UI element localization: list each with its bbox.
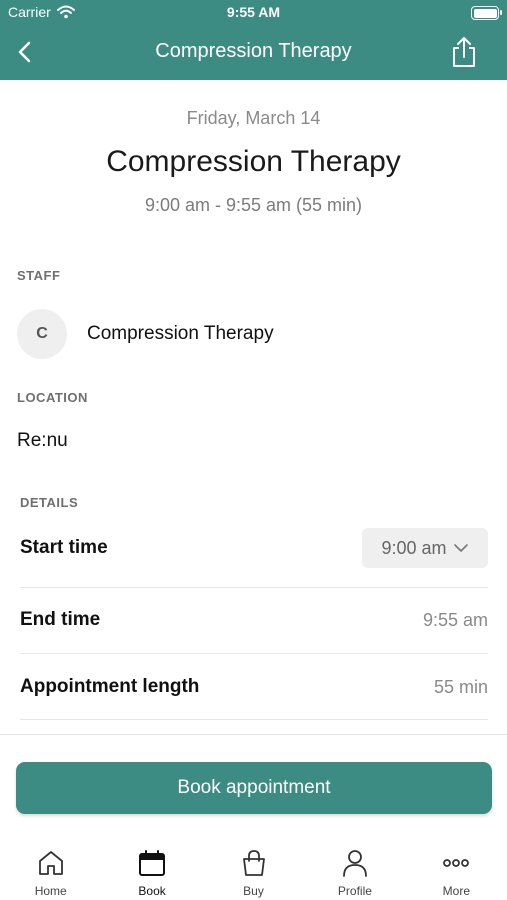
location-value: Re:nu bbox=[17, 430, 68, 451]
staff-section-label: STAFF bbox=[17, 268, 61, 283]
chevron-down-icon bbox=[453, 544, 468, 552]
tab-book[interactable]: Book bbox=[101, 840, 202, 900]
person-icon bbox=[343, 850, 367, 877]
tab-bar: Home Book Buy Profile More bbox=[0, 840, 507, 900]
divider bbox=[20, 587, 488, 588]
appointment-length-label: Appointment length bbox=[20, 676, 200, 697]
book-appointment-button[interactable]: Book appointment bbox=[16, 762, 492, 814]
tab-book-label: Book bbox=[138, 884, 166, 898]
service-title: Compression Therapy bbox=[106, 145, 401, 178]
shopping-bag-icon bbox=[242, 850, 265, 876]
battery-icon bbox=[471, 6, 502, 20]
tab-buy[interactable]: Buy bbox=[203, 840, 304, 900]
appointment-length-value: 55 min bbox=[433, 676, 488, 697]
back-chevron-icon[interactable] bbox=[12, 38, 40, 66]
tab-more[interactable]: More bbox=[406, 840, 507, 900]
start-time-row: Start time 9:00 am bbox=[20, 528, 488, 568]
divider bbox=[20, 653, 488, 654]
top-bar: Carrier 9:55 AM Compression Therapy bbox=[0, 0, 507, 80]
status-bar: Carrier 9:55 AM bbox=[0, 0, 507, 26]
location-section-label: LOCATION bbox=[17, 390, 88, 405]
tab-home[interactable]: Home bbox=[0, 840, 101, 900]
staff-name: Compression Therapy bbox=[87, 323, 274, 344]
appointment-length-row: Appointment length 55 min bbox=[20, 673, 488, 701]
start-time-value: 9:00 am bbox=[381, 537, 447, 558]
end-time-row: End time 9:55 am bbox=[20, 606, 488, 634]
tab-home-label: Home bbox=[34, 884, 67, 898]
calendar-icon bbox=[139, 850, 166, 876]
end-time-value: 9:55 am bbox=[422, 609, 488, 630]
home-icon bbox=[38, 851, 63, 875]
tab-more-label: More bbox=[442, 884, 470, 898]
nav-title: Compression Therapy bbox=[155, 40, 352, 62]
more-dots-icon bbox=[443, 859, 470, 867]
start-time-dropdown[interactable]: 9:00 am bbox=[362, 528, 488, 568]
staff-row: C Compression Therapy bbox=[17, 309, 274, 359]
appointment-header: Friday, March 14 Compression Therapy 9:0… bbox=[0, 108, 507, 216]
start-time-label: Start time bbox=[20, 537, 108, 558]
tab-profile-label: Profile bbox=[337, 884, 372, 898]
avatar: C bbox=[17, 309, 67, 359]
end-time-label: End time bbox=[20, 609, 101, 630]
tab-profile[interactable]: Profile bbox=[304, 840, 405, 900]
tab-buy-label: Buy bbox=[243, 884, 264, 898]
time-range: 9:00 am - 9:55 am (55 min) bbox=[144, 195, 363, 215]
status-time: 9:55 AM bbox=[226, 4, 281, 20]
appointment-date: Friday, March 14 bbox=[186, 108, 321, 128]
footer-divider bbox=[0, 734, 507, 735]
share-icon[interactable] bbox=[449, 36, 479, 68]
divider bbox=[20, 719, 488, 720]
details-section-label: DETAILS bbox=[20, 495, 79, 510]
navigation-bar: Compression Therapy bbox=[0, 30, 507, 76]
